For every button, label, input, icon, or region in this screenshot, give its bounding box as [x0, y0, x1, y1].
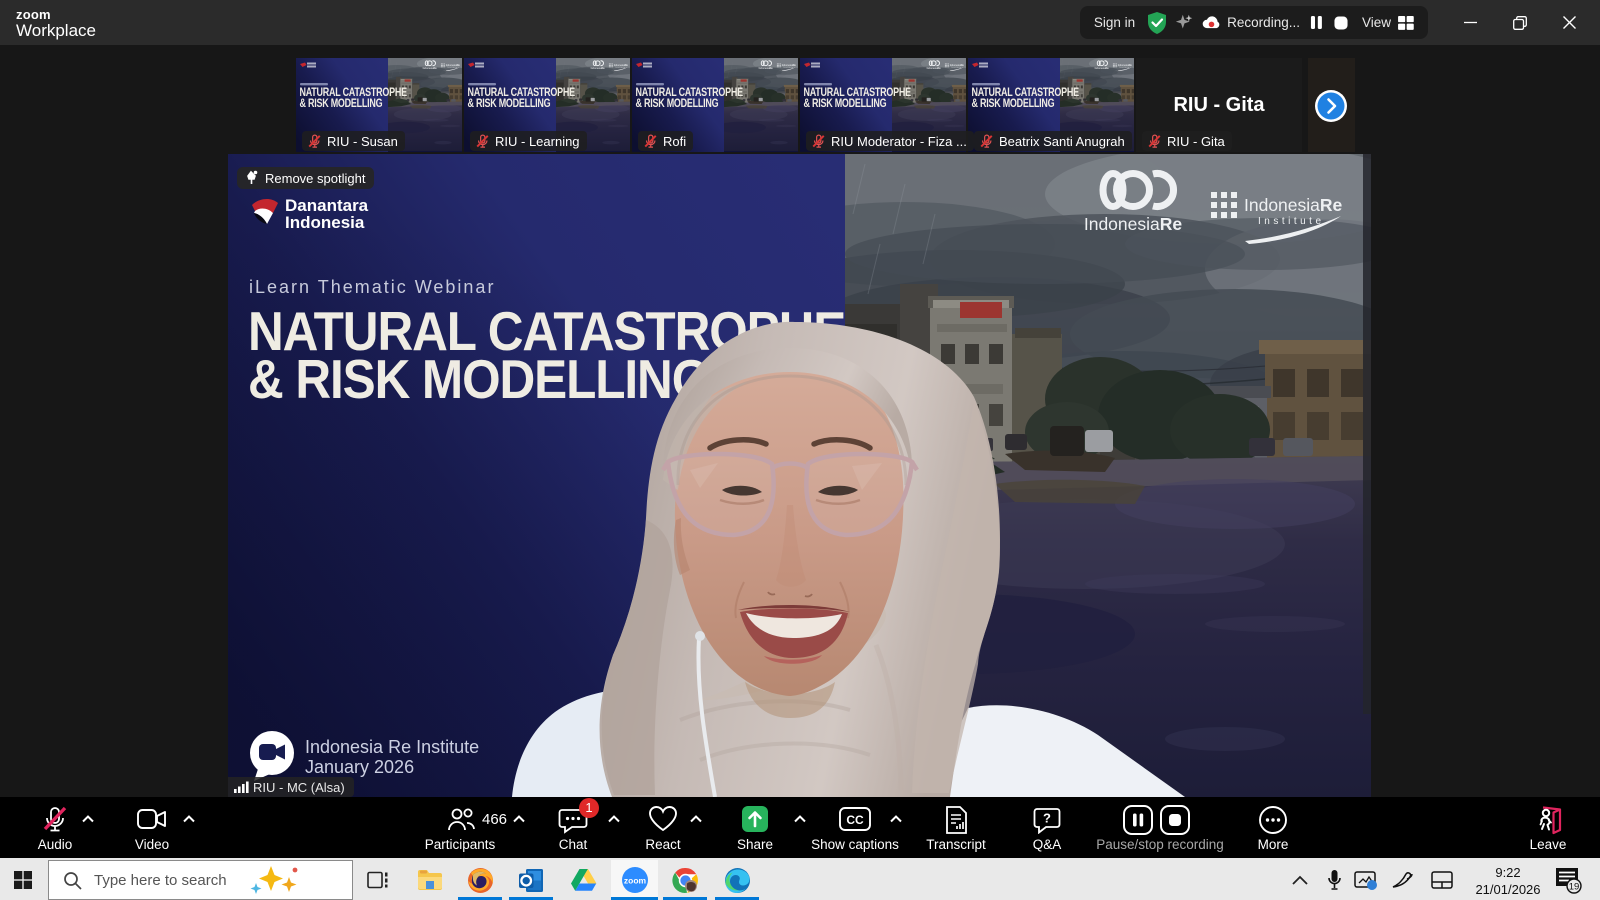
svg-text:19: 19	[1569, 881, 1580, 892]
svg-text:zoom: zoom	[623, 876, 646, 886]
svg-text:?: ?	[1043, 811, 1051, 826]
svg-text:CC: CC	[846, 813, 864, 827]
